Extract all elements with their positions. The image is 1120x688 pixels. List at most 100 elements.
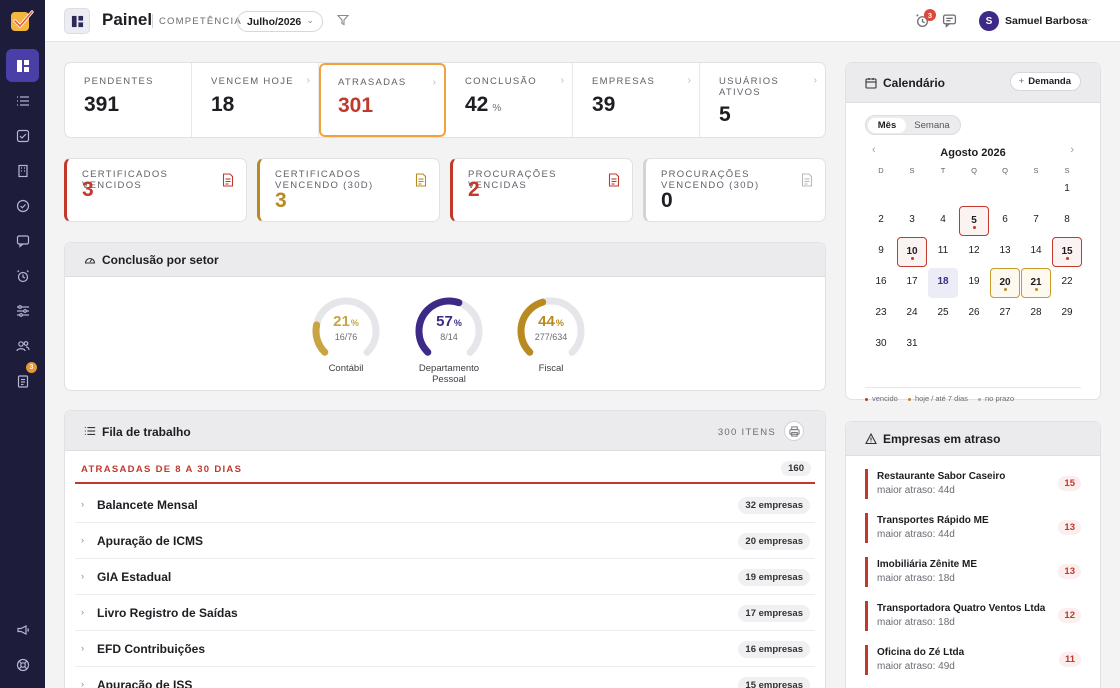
- queue-row[interactable]: › Livro Registro de Saídas 17 empresas: [75, 595, 815, 631]
- chat-icon[interactable]: [942, 13, 957, 28]
- overdue-company-item[interactable]: Transportes Rápido ME maior atraso: 44d 13: [865, 513, 1081, 543]
- stat-empresas[interactable]: EMPRESAS 39 ›: [573, 63, 700, 137]
- chevron-right-icon[interactable]: ›: [81, 535, 84, 545]
- calendar-panel: Calendário + Demanda Mês Semana ‹ Agosto …: [845, 62, 1101, 403]
- calendar-day[interactable]: 20: [990, 268, 1020, 298]
- calendar-day[interactable]: 3: [897, 206, 927, 236]
- sidebar-item-companies[interactable]: [6, 154, 39, 187]
- queue-row[interactable]: › Apuração de ICMS 20 empresas: [75, 523, 815, 559]
- calendar-day[interactable]: 31: [897, 330, 927, 360]
- queue-row[interactable]: › Apuração de ISS 15 empresas: [75, 667, 815, 688]
- sidebar-item-help[interactable]: [6, 648, 39, 681]
- overdue-company-item[interactable]: Imobiliária Zênite ME maior atraso: 18d 13: [865, 557, 1081, 587]
- queue-row[interactable]: › EFD Contribuições 16 empresas: [75, 631, 815, 667]
- gauge-fraction: 16/76: [334, 332, 358, 342]
- chevron-right-icon[interactable]: ›: [81, 571, 84, 581]
- calendar-day[interactable]: 22: [1052, 268, 1082, 298]
- app-logo-icon[interactable]: [10, 9, 34, 33]
- list-icon: [16, 95, 29, 106]
- calendar-day[interactable]: 16: [866, 268, 896, 298]
- chevron-right-icon[interactable]: ›: [81, 499, 84, 509]
- calendar-day[interactable]: 30: [866, 330, 896, 360]
- overdue-company-item[interactable]: Transportadora Quatro Ventos Ltda maior a…: [865, 601, 1081, 631]
- sidebar-item-settings[interactable]: [6, 294, 39, 327]
- weekday-label: S: [1064, 166, 1070, 175]
- calendar-day[interactable]: 19: [959, 268, 989, 298]
- group-count: 160: [781, 461, 811, 476]
- avatar[interactable]: S: [979, 11, 999, 31]
- chevron-down-icon[interactable]: ⌄: [1085, 13, 1093, 24]
- doc-card-certificados-vencidos[interactable]: CERTIFICADOS VENCIDOS 3: [64, 158, 247, 222]
- dot-icon: [907, 397, 911, 401]
- calendar-day[interactable]: 5: [959, 206, 989, 236]
- sidebar-item-list[interactable]: [6, 84, 39, 117]
- overdue-company-item[interactable]: Oficina do Zé Ltda maior atraso: 49d 11: [865, 645, 1081, 675]
- calendar-day[interactable]: 10: [897, 237, 927, 267]
- conclusao-panel: Conclusão por setor 21% 16/76 Contábil 57% 8…: [64, 242, 826, 391]
- stat-conclusao[interactable]: CONCLUSÃO 42% ›: [446, 63, 573, 137]
- new-demand-button[interactable]: + Demanda: [1009, 72, 1081, 91]
- sidebar-item-alarms[interactable]: [6, 259, 39, 292]
- calendar-legend: vencido hoje / até 7 dias no prazo: [865, 387, 1081, 403]
- calendar-day[interactable]: 14: [1021, 237, 1051, 267]
- stat-vencem-hoje[interactable]: VENCEM HOJE 18 ›: [192, 63, 319, 137]
- tab-month[interactable]: Mês: [868, 118, 906, 133]
- queue-row[interactable]: › Balancete Mensal 32 empresas: [75, 487, 815, 523]
- calendar-day[interactable]: 17: [897, 268, 927, 298]
- chevron-right-icon[interactable]: ›: [81, 643, 84, 653]
- sidebar-item-users[interactable]: [6, 329, 39, 362]
- doc-card-procuracoes-vencendo[interactable]: PROCURAÇÕES VENCENDO (30D) 0: [643, 158, 826, 222]
- gauge-sector-name: Contábil: [328, 363, 364, 374]
- overdue-companies-panel: Empresas em atraso Restaurante Sabor Cas…: [845, 421, 1101, 688]
- calendar-day[interactable]: 25: [928, 299, 958, 329]
- overdue-company-item[interactable]: Restaurante Sabor Caseiro maior atraso: 4…: [865, 469, 1081, 499]
- dot-icon: [1066, 257, 1069, 260]
- calendar-day[interactable]: 15: [1052, 237, 1082, 267]
- calendar-day[interactable]: 7: [1021, 206, 1051, 236]
- queue-row[interactable]: › GIA Estadual 19 empresas: [75, 559, 815, 595]
- sidebar-item-dashboard[interactable]: [6, 49, 39, 82]
- user-name[interactable]: Samuel Barbosa: [1005, 15, 1087, 27]
- stat-usuarios-ativos[interactable]: USUÁRIOS ATIVOS 5 ›: [700, 63, 825, 137]
- sidebar-toggle-button[interactable]: [64, 8, 90, 34]
- day-number: 29: [1061, 307, 1073, 318]
- weekday-label: Q: [971, 166, 977, 175]
- calendar-day[interactable]: 13: [990, 237, 1020, 267]
- chevron-right-icon: ›: [432, 77, 436, 88]
- stat-pendentes[interactable]: PENDENTES 391: [65, 63, 192, 137]
- calendar-day[interactable]: 2: [866, 206, 896, 236]
- calendar-day[interactable]: 18: [928, 268, 958, 298]
- calendar-day[interactable]: 6: [990, 206, 1020, 236]
- sidebar-item-completed[interactable]: [6, 189, 39, 222]
- calendar-day[interactable]: 21: [1021, 268, 1051, 298]
- queue-row-count: 15 empresas: [738, 677, 810, 688]
- panel-header: Empresas em atraso: [846, 422, 1100, 456]
- chevron-right-icon[interactable]: ›: [81, 607, 84, 617]
- reports-badge: 3: [26, 362, 37, 373]
- calendar-day[interactable]: 11: [928, 237, 958, 267]
- filter-icon[interactable]: [337, 14, 349, 26]
- calendar-day[interactable]: 4: [928, 206, 958, 236]
- sidebar-item-messages[interactable]: [6, 224, 39, 257]
- calendar-day[interactable]: 23: [866, 299, 896, 329]
- sidebar-item-reports[interactable]: 3: [6, 362, 39, 397]
- tab-week[interactable]: Semana: [908, 118, 956, 133]
- calendar-day[interactable]: 26: [959, 299, 989, 329]
- competencia-select[interactable]: Julho/2026 ⌄: [237, 11, 323, 32]
- stat-atrasadas[interactable]: ATRASADAS 301 ›: [319, 63, 446, 137]
- calendar-day[interactable]: 28: [1021, 299, 1051, 329]
- calendar-day[interactable]: 8: [1052, 206, 1082, 236]
- sidebar-item-tasks[interactable]: [6, 119, 39, 152]
- doc-card-procuracoes-vencidas[interactable]: PROCURAÇÕES VENCIDAS 2: [450, 158, 633, 222]
- calendar-day[interactable]: 27: [990, 299, 1020, 329]
- print-button[interactable]: [784, 421, 804, 441]
- calendar-day[interactable]: 24: [897, 299, 927, 329]
- calendar-day[interactable]: 9: [866, 237, 896, 267]
- doc-card-certificados-vencendo[interactable]: CERTIFICADOS VENCENDO (30D) 3: [257, 158, 440, 222]
- sidebar-item-announcements[interactable]: [6, 613, 39, 646]
- chevron-right-icon[interactable]: ›: [81, 679, 84, 688]
- calendar-day[interactable]: 12: [959, 237, 989, 267]
- calendar-day[interactable]: 1: [1052, 175, 1082, 205]
- chevron-right-icon[interactable]: ›: [1070, 144, 1074, 156]
- calendar-day[interactable]: 29: [1052, 299, 1082, 329]
